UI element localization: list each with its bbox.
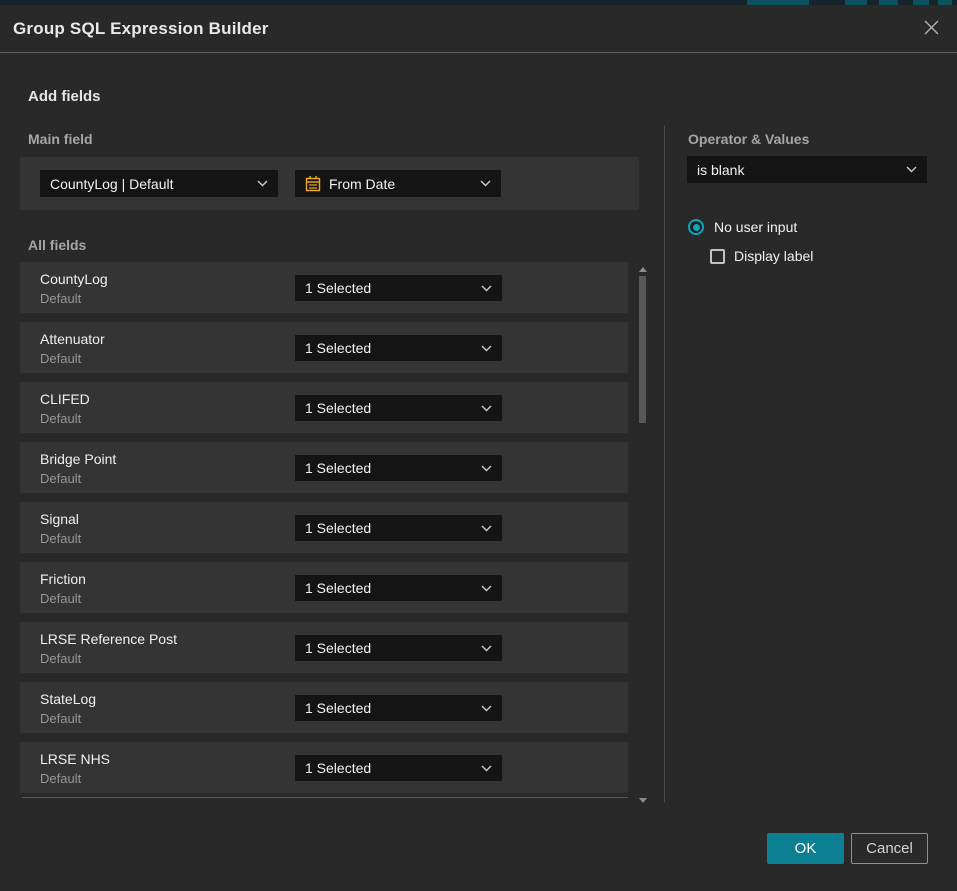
field-name: Attenuator <box>40 331 105 347</box>
field-selection-value: 1 Selected <box>305 760 371 776</box>
field-row: Bridge Point Default 1 Selected <box>20 442 628 493</box>
field-selection-value: 1 Selected <box>305 640 371 656</box>
field-selection-value: 1 Selected <box>305 580 371 596</box>
chevron-down-icon <box>481 645 492 652</box>
field-sublabel: Default <box>40 771 81 786</box>
main-field-layer-select[interactable]: CountyLog | Default <box>40 170 278 197</box>
field-selection-value: 1 Selected <box>305 700 371 716</box>
field-name: Friction <box>40 571 86 587</box>
operator-values-label: Operator & Values <box>688 131 809 147</box>
field-sublabel: Default <box>40 531 81 546</box>
field-selection-select[interactable]: 1 Selected <box>295 335 502 361</box>
checkbox-unchecked-icon <box>710 249 725 264</box>
field-sublabel: Default <box>40 651 81 666</box>
cancel-button[interactable]: Cancel <box>851 833 928 864</box>
no-user-input-radio[interactable]: No user input <box>688 219 797 235</box>
field-row: StateLog Default 1 Selected <box>20 682 628 733</box>
group-sql-expression-builder-dialog: Group SQL Expression Builder Add fields … <box>0 5 957 891</box>
dialog-title: Group SQL Expression Builder <box>13 19 269 39</box>
list-bottom-border <box>22 797 628 798</box>
field-selection-select[interactable]: 1 Selected <box>295 575 502 601</box>
chevron-down-icon <box>481 705 492 712</box>
field-selection-select[interactable]: 1 Selected <box>295 755 502 781</box>
scroll-up-arrow-icon[interactable] <box>639 267 647 272</box>
field-selection-select[interactable]: 1 Selected <box>295 395 502 421</box>
field-row: LRSE Reference Post Default 1 Selected <box>20 622 628 673</box>
field-row: LRSE NHS Default 1 Selected <box>20 742 628 793</box>
layer-select-value: CountyLog | Default <box>50 176 174 192</box>
field-name: Bridge Point <box>40 451 116 467</box>
close-icon <box>923 19 940 39</box>
ok-button[interactable]: OK <box>767 833 844 864</box>
operator-select-value: is blank <box>697 162 744 178</box>
field-selection-value: 1 Selected <box>305 340 371 356</box>
field-name: LRSE Reference Post <box>40 631 177 647</box>
scroll-down-arrow-icon[interactable] <box>639 798 647 803</box>
main-field-panel: CountyLog | Default From Date <box>20 157 639 210</box>
field-sublabel: Default <box>40 351 81 366</box>
add-fields-heading: Add fields <box>28 88 101 105</box>
field-name: StateLog <box>40 691 96 707</box>
chevron-down-icon <box>481 525 492 532</box>
field-name: CLIFED <box>40 391 90 407</box>
field-name: Signal <box>40 511 79 527</box>
field-sublabel: Default <box>40 711 81 726</box>
field-selection-select[interactable]: 1 Selected <box>295 695 502 721</box>
field-row: CLIFED Default 1 Selected <box>20 382 628 433</box>
field-selection-select[interactable]: 1 Selected <box>295 635 502 661</box>
main-field-label: Main field <box>28 131 93 147</box>
field-sublabel: Default <box>40 411 81 426</box>
field-sublabel: Default <box>40 471 81 486</box>
field-selection-select[interactable]: 1 Selected <box>295 275 502 301</box>
radio-selected-icon <box>688 219 704 235</box>
chevron-down-icon <box>480 180 491 187</box>
chevron-down-icon <box>481 345 492 352</box>
display-label-checkbox[interactable]: Display label <box>710 248 813 264</box>
close-button[interactable] <box>917 15 945 43</box>
chevron-down-icon <box>481 285 492 292</box>
field-sublabel: Default <box>40 591 81 606</box>
field-row: Signal Default 1 Selected <box>20 502 628 553</box>
field-selection-select[interactable]: 1 Selected <box>295 515 502 541</box>
field-row: Attenuator Default 1 Selected <box>20 322 628 373</box>
display-label-text: Display label <box>734 248 813 264</box>
field-name: LRSE NHS <box>40 751 110 767</box>
field-selection-value: 1 Selected <box>305 520 371 536</box>
chevron-down-icon <box>481 465 492 472</box>
main-field-field-select[interactable]: From Date <box>295 170 501 197</box>
no-user-input-label: No user input <box>714 219 797 235</box>
chevron-down-icon <box>257 180 268 187</box>
panel-divider <box>664 126 665 802</box>
chevron-down-icon <box>481 585 492 592</box>
field-name: CountyLog <box>40 271 108 287</box>
field-selection-value: 1 Selected <box>305 280 371 296</box>
operator-select[interactable]: is blank <box>687 156 927 183</box>
field-selection-value: 1 Selected <box>305 400 371 416</box>
chevron-down-icon <box>481 405 492 412</box>
field-selection-value: 1 Selected <box>305 460 371 476</box>
field-selection-select[interactable]: 1 Selected <box>295 455 502 481</box>
field-row: CountyLog Default 1 Selected <box>20 262 628 313</box>
chevron-down-icon <box>906 166 917 173</box>
field-sublabel: Default <box>40 291 81 306</box>
all-fields-label: All fields <box>28 237 86 253</box>
fields-list-scrollbar[interactable] <box>636 263 650 803</box>
field-row: Friction Default 1 Selected <box>20 562 628 613</box>
scrollbar-thumb[interactable] <box>639 276 646 423</box>
calendar-icon <box>305 175 321 192</box>
chevron-down-icon <box>481 765 492 772</box>
all-fields-list: CountyLog Default 1 Selected Attenuator … <box>20 262 628 802</box>
dialog-titlebar: Group SQL Expression Builder <box>0 5 957 53</box>
field-select-value: From Date <box>329 176 395 192</box>
